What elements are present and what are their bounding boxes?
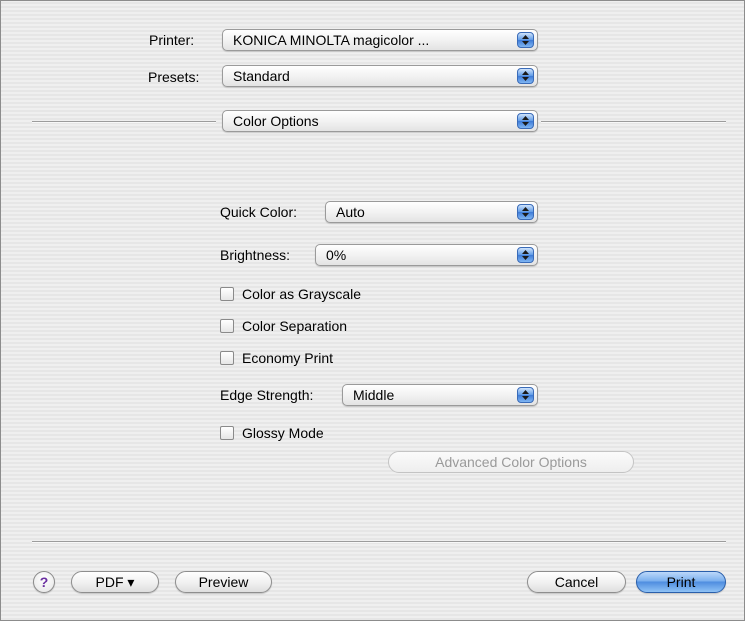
separator-line <box>541 121 726 123</box>
edge-strength-value: Middle <box>353 387 395 403</box>
quick-color-popup[interactable]: Auto <box>325 201 538 223</box>
printer-value: KONICA MINOLTA magicolor ... <box>233 32 430 48</box>
print-button[interactable]: Print <box>636 571 726 593</box>
brightness-popup[interactable]: 0% <box>315 244 538 266</box>
separator-line <box>32 121 216 123</box>
presets-value: Standard <box>233 68 290 84</box>
help-button[interactable]: ? <box>33 571 55 593</box>
presets-popup[interactable]: Standard <box>222 65 538 87</box>
quick-color-label: Quick Color: <box>220 204 298 220</box>
cancel-button[interactable]: Cancel <box>527 571 626 593</box>
color-as-grayscale-checkbox[interactable] <box>220 287 234 301</box>
color-as-grayscale-label: Color as Grayscale <box>242 286 362 302</box>
advanced-color-options-button[interactable]: Advanced Color Options <box>388 451 634 473</box>
printer-popup[interactable]: KONICA MINOLTA magicolor ... <box>222 29 538 51</box>
preview-button[interactable]: Preview <box>175 571 272 593</box>
popup-arrows-icon <box>517 387 534 403</box>
pane-selector-value: Color Options <box>233 113 319 129</box>
printer-label: Printer: <box>149 32 195 48</box>
edge-strength-label: Edge Strength: <box>220 387 314 403</box>
presets-label: Presets: <box>148 69 200 85</box>
footer-separator <box>32 541 726 543</box>
quick-color-value: Auto <box>336 204 365 220</box>
popup-arrows-icon <box>517 113 534 129</box>
brightness-label: Brightness: <box>220 247 291 263</box>
pdf-menu-button[interactable]: PDF ▾ <box>71 571 159 593</box>
color-separation-checkbox[interactable] <box>220 319 234 333</box>
glossy-mode-label: Glossy Mode <box>242 425 324 441</box>
brightness-value: 0% <box>326 247 347 263</box>
popup-arrows-icon <box>517 68 534 84</box>
economy-print-label: Economy Print <box>242 350 334 366</box>
color-separation-label: Color Separation <box>242 318 348 334</box>
print-dialog <box>0 0 745 621</box>
pane-selector-popup[interactable]: Color Options <box>222 110 538 132</box>
popup-arrows-icon <box>517 32 534 48</box>
edge-strength-popup[interactable]: Middle <box>342 384 538 406</box>
popup-arrows-icon <box>517 204 534 220</box>
popup-arrows-icon <box>517 247 534 263</box>
economy-print-checkbox[interactable] <box>220 351 234 365</box>
glossy-mode-checkbox[interactable] <box>220 426 234 440</box>
